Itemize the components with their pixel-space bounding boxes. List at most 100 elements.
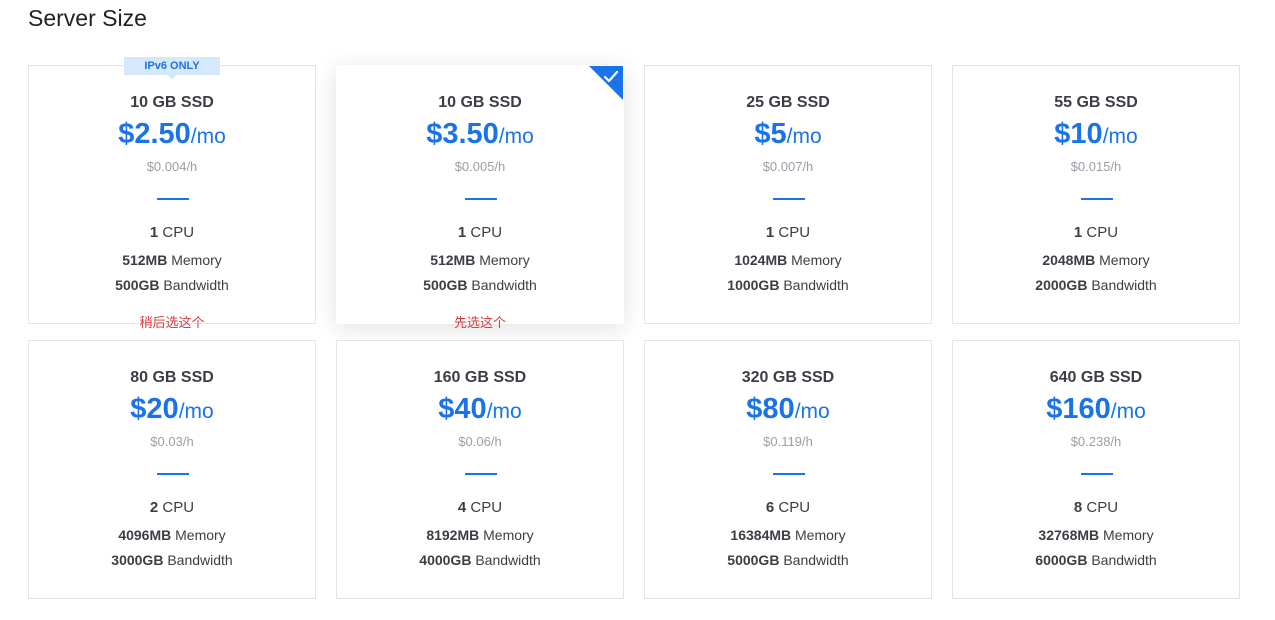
plan-memory: 512MB Memory bbox=[29, 252, 315, 268]
plan-storage: 80 GB SSD bbox=[130, 369, 214, 386]
price-amount: $20 bbox=[130, 393, 179, 425]
plan-card-10gb-selected[interactable]: 10 GB SSD $3.50/mo $0.005/h 1 CPU 512MB … bbox=[336, 65, 624, 324]
plan-price: $10/mo bbox=[953, 118, 1239, 151]
memory-value: 512MB bbox=[122, 252, 168, 268]
plan-storage: 55 GB SSD bbox=[1054, 94, 1138, 111]
plan-card-320gb[interactable]: 320 GB SSD $80/mo $0.119/h 6 CPU 16384MB… bbox=[644, 340, 932, 599]
bandwidth-label: Bandwidth bbox=[163, 277, 229, 293]
plan-cpu: 1 CPU bbox=[645, 224, 931, 241]
cpu-label: CPU bbox=[1086, 224, 1119, 241]
bandwidth-label: Bandwidth bbox=[167, 552, 233, 568]
plan-bandwidth: 500GB Bandwidth bbox=[29, 277, 315, 293]
card-divider bbox=[157, 473, 189, 475]
plan-price: $80/mo bbox=[645, 393, 931, 426]
plan-price: $2.50/mo bbox=[29, 118, 315, 151]
memory-value: 32768MB bbox=[1038, 527, 1100, 543]
price-period: /mo bbox=[178, 400, 214, 423]
plan-hourly-price: $0.015/h bbox=[1070, 159, 1122, 174]
annotation-note: 先选这个 bbox=[453, 315, 506, 330]
ipv6-only-badge: IPv6 ONLY bbox=[124, 57, 220, 80]
price-period: /mo bbox=[794, 400, 830, 423]
plan-bandwidth: 4000GB Bandwidth bbox=[337, 552, 623, 568]
cpu-value: 8 bbox=[1073, 499, 1083, 516]
plan-memory: 32768MB Memory bbox=[953, 527, 1239, 543]
bandwidth-label: Bandwidth bbox=[783, 552, 849, 568]
plan-hourly-price: $0.06/h bbox=[458, 434, 502, 449]
plan-cpu: 8 CPU bbox=[953, 499, 1239, 516]
bandwidth-value: 5000GB bbox=[727, 552, 780, 568]
plan-card-10gb-ipv6[interactable]: IPv6 ONLY 10 GB SSD $2.50/mo $0.004/h 1 … bbox=[28, 57, 316, 330]
bandwidth-value: 2000GB bbox=[1035, 277, 1088, 293]
memory-label: Memory bbox=[483, 527, 534, 543]
badge-label: IPv6 ONLY bbox=[144, 60, 200, 72]
price-amount: $2.50 bbox=[118, 118, 191, 150]
memory-value: 512MB bbox=[430, 252, 476, 268]
price-amount: $10 bbox=[1054, 118, 1103, 150]
plan-bandwidth: 500GB Bandwidth bbox=[337, 277, 623, 293]
card-divider bbox=[1081, 473, 1113, 475]
price-period: /mo bbox=[190, 125, 226, 148]
cpu-value: 2 bbox=[149, 499, 159, 516]
plan-card-640gb[interactable]: 640 GB SSD $160/mo $0.238/h 8 CPU 32768M… bbox=[952, 340, 1240, 599]
plan-storage: 25 GB SSD bbox=[746, 94, 830, 111]
annotation-note: 稍后选这个 bbox=[139, 315, 205, 330]
price-amount: $40 bbox=[438, 393, 487, 425]
plan-bandwidth: 3000GB Bandwidth bbox=[29, 552, 315, 568]
bandwidth-label: Bandwidth bbox=[1091, 552, 1157, 568]
badge-arrow bbox=[168, 75, 176, 80]
plan-memory: 4096MB Memory bbox=[29, 527, 315, 543]
plan-hourly-price: $0.005/h bbox=[454, 159, 506, 174]
card-divider bbox=[773, 198, 805, 200]
memory-label: Memory bbox=[795, 527, 846, 543]
bandwidth-value: 4000GB bbox=[419, 552, 472, 568]
card-divider bbox=[157, 198, 189, 200]
memory-value: 2048MB bbox=[1042, 252, 1096, 268]
price-period: /mo bbox=[486, 400, 522, 423]
plan-hourly-price: $0.03/h bbox=[150, 434, 194, 449]
cpu-value: 1 bbox=[457, 224, 467, 241]
plan-price: $40/mo bbox=[337, 393, 623, 426]
bandwidth-value: 500GB bbox=[115, 277, 160, 293]
memory-label: Memory bbox=[791, 252, 842, 268]
plan-storage: 640 GB SSD bbox=[1049, 369, 1143, 386]
section-title: Server Size bbox=[28, 5, 147, 31]
memory-label: Memory bbox=[175, 527, 226, 543]
plan-bandwidth: 1000GB Bandwidth bbox=[645, 277, 931, 293]
plan-memory: 512MB Memory bbox=[337, 252, 623, 268]
plan-storage: 10 GB SSD bbox=[438, 94, 522, 111]
bandwidth-label: Bandwidth bbox=[471, 277, 537, 293]
plan-hourly-price: $0.238/h bbox=[1070, 434, 1122, 449]
plan-cpu: 1 CPU bbox=[953, 224, 1239, 241]
memory-label: Memory bbox=[1103, 527, 1154, 543]
cpu-label: CPU bbox=[162, 224, 195, 241]
cpu-label: CPU bbox=[470, 499, 503, 516]
price-period: /mo bbox=[1110, 400, 1146, 423]
cpu-label: CPU bbox=[778, 224, 811, 241]
plan-storage: 10 GB SSD bbox=[130, 94, 214, 111]
memory-value: 4096MB bbox=[118, 527, 172, 543]
plan-hourly-price: $0.007/h bbox=[762, 159, 814, 174]
plan-memory: 2048MB Memory bbox=[953, 252, 1239, 268]
plan-bandwidth: 6000GB Bandwidth bbox=[953, 552, 1239, 568]
plan-price: $20/mo bbox=[29, 393, 315, 426]
price-amount: $160 bbox=[1046, 393, 1111, 425]
card-divider bbox=[465, 473, 497, 475]
plan-price: $5/mo bbox=[645, 118, 931, 151]
bandwidth-label: Bandwidth bbox=[783, 277, 849, 293]
plan-card-80gb[interactable]: 80 GB SSD $20/mo $0.03/h 2 CPU 4096MB Me… bbox=[28, 340, 316, 599]
plan-price: $3.50/mo bbox=[337, 118, 623, 151]
plan-cpu: 1 CPU bbox=[29, 224, 315, 241]
plan-card-160gb[interactable]: 160 GB SSD $40/mo $0.06/h 4 CPU 8192MB M… bbox=[336, 340, 624, 599]
card-divider bbox=[1081, 198, 1113, 200]
price-amount: $3.50 bbox=[426, 118, 499, 150]
bandwidth-value: 6000GB bbox=[1035, 552, 1088, 568]
cpu-value: 4 bbox=[457, 499, 467, 516]
bandwidth-value: 3000GB bbox=[111, 552, 164, 568]
plan-bandwidth: 2000GB Bandwidth bbox=[953, 277, 1239, 293]
bandwidth-value: 500GB bbox=[423, 277, 468, 293]
plan-hourly-price: $0.004/h bbox=[146, 159, 198, 174]
plan-card-55gb[interactable]: 55 GB SSD $10/mo $0.015/h 1 CPU 2048MB M… bbox=[952, 65, 1240, 324]
plan-card-25gb[interactable]: 25 GB SSD $5/mo $0.007/h 1 CPU 1024MB Me… bbox=[644, 65, 932, 324]
plan-cpu: 1 CPU bbox=[337, 224, 623, 241]
price-period: /mo bbox=[786, 125, 822, 148]
